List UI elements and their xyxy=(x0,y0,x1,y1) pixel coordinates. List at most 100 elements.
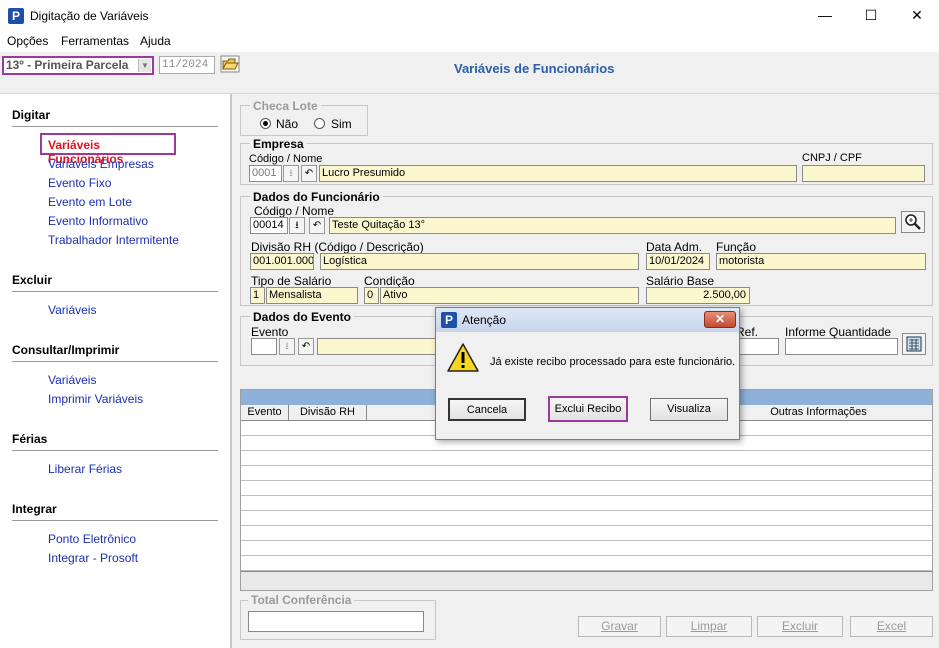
empresa-codigo-nome-label: Código / Nome xyxy=(249,153,323,165)
download-icon[interactable]: ⭳ xyxy=(279,338,295,355)
open-folder-icon[interactable] xyxy=(220,55,240,73)
parcela-select[interactable]: 13º - Primeira Parcela ▼ xyxy=(2,56,154,75)
radio-nao[interactable] xyxy=(260,118,271,129)
sidebar-item-variaveis-funcionarios[interactable]: Variáveis Funcionários xyxy=(40,133,176,166)
salario-base-label: Salário Base xyxy=(646,274,715,288)
radio-sim-label: Sim xyxy=(331,117,352,131)
cnpj-label: CNPJ / CPF xyxy=(802,152,862,164)
warning-icon xyxy=(446,342,480,374)
sidebar-item-excluir-variaveis[interactable]: Variáveis xyxy=(48,303,96,317)
sidebar-item-evento-fixo[interactable]: Evento Fixo xyxy=(48,176,111,190)
divider xyxy=(12,450,218,451)
divider xyxy=(12,520,218,521)
sidebar-header-excluir: Excluir xyxy=(12,273,53,287)
quantidade-label: Informe Quantidade xyxy=(785,325,892,339)
condicao-codigo-field[interactable]: 0 xyxy=(364,287,379,304)
ref-field[interactable] xyxy=(736,338,779,355)
competencia-field[interactable]: 11/2024 xyxy=(159,56,215,74)
minimize-button[interactable]: — xyxy=(802,0,848,32)
excluir-button[interactable]: Excluir xyxy=(757,616,843,637)
funcionario-codigo-field[interactable]: 00014 xyxy=(250,217,288,234)
app-logo-icon: P xyxy=(441,312,457,328)
funcao-field[interactable]: motorista xyxy=(716,253,926,270)
tipo-salario-desc-field[interactable]: Mensalista xyxy=(266,287,358,304)
radio-nao-label: Não xyxy=(276,117,299,131)
tipo-salario-codigo-field[interactable]: 1 xyxy=(250,287,265,304)
window-title: Digitação de Variáveis xyxy=(30,9,149,23)
undo-icon[interactable]: ↶ xyxy=(309,217,325,234)
sidebar-item-consultar-variaveis[interactable]: Variáveis xyxy=(48,373,96,387)
cnpj-field[interactable] xyxy=(802,165,925,182)
sidebar-item-ponto-eletronico[interactable]: Ponto Eletrônico xyxy=(48,532,136,546)
dialog-message: Já existe recibo processado para este fu… xyxy=(490,356,736,368)
evento-group-label: Dados do Evento xyxy=(250,310,355,324)
data-adm-label: Data Adm. xyxy=(646,240,703,254)
condicao-desc-field[interactable]: Ativo xyxy=(380,287,639,304)
menu-ajuda[interactable]: Ajuda xyxy=(140,34,171,48)
menu-ferramentas[interactable]: Ferramentas xyxy=(61,34,129,48)
sidebar-header-digitar: Digitar xyxy=(12,108,51,122)
maximize-button[interactable]: ☐ xyxy=(848,0,894,32)
sidebar-header-integrar: Integrar xyxy=(12,502,57,516)
dialog-title: Atenção xyxy=(462,313,507,327)
funcao-label: Função xyxy=(716,240,757,254)
divider xyxy=(12,291,218,292)
sidebar-item-variaveis-empresas[interactable]: Variáveis Empresas xyxy=(48,157,154,171)
search-employee-icon[interactable] xyxy=(901,211,925,233)
condicao-label: Condição xyxy=(364,274,415,288)
evento-desc-field[interactable] xyxy=(317,338,437,355)
col-divisao[interactable]: Divisão RH xyxy=(289,406,366,418)
atencao-dialog: P Atenção ✕ Já existe recibo processado … xyxy=(435,307,740,440)
total-field[interactable] xyxy=(248,611,424,632)
splitter[interactable] xyxy=(230,94,232,648)
quantidade-field[interactable] xyxy=(785,338,898,355)
funcionario-codigo-nome-label: Código / Nome xyxy=(254,204,335,218)
dialog-close-button[interactable]: ✕ xyxy=(704,311,736,328)
divisao-desc-field[interactable]: Logística xyxy=(320,253,639,270)
chevron-down-icon[interactable]: ▼ xyxy=(138,59,151,72)
visualiza-button[interactable]: Visualiza xyxy=(650,398,728,421)
divider xyxy=(12,126,218,127)
empresa-nome-field[interactable]: Lucro Presumido xyxy=(319,165,797,182)
page-title: Variáveis de Funcionários xyxy=(454,61,615,76)
exclui-recibo-button[interactable]: Exclui Recibo xyxy=(548,396,628,422)
funcionario-label: Dados do Funcionário xyxy=(250,190,383,204)
sidebar-item-trabalhador-intermitente[interactable]: Trabalhador Intermitente xyxy=(48,233,179,247)
sidebar-item-integrar-prosoft[interactable]: Integrar - Prosoft xyxy=(48,551,138,565)
data-adm-field[interactable]: 10/01/2024 xyxy=(646,253,710,270)
total-label: Total Conferência xyxy=(248,593,355,607)
divider xyxy=(12,361,218,362)
sidebar-item-evento-lote[interactable]: Evento em Lote xyxy=(48,195,132,209)
menu-opcoes[interactable]: Opções xyxy=(7,34,48,48)
sidebar-item-evento-informativo[interactable]: Evento Informativo xyxy=(48,214,148,228)
download-icon[interactable]: ⭳ xyxy=(289,217,305,234)
divisao-label: Divisão RH (Código / Descrição) xyxy=(251,240,424,254)
limpar-button[interactable]: Limpar xyxy=(666,616,752,637)
sidebar-header-consultar: Consultar/Imprimir xyxy=(12,343,120,357)
gravar-button[interactable]: Gravar xyxy=(578,616,661,637)
funcionario-nome-field[interactable]: Teste Quitação 13° xyxy=(329,217,896,234)
calculator-icon[interactable] xyxy=(902,333,926,355)
radio-sim[interactable] xyxy=(314,118,325,129)
close-button[interactable]: ✕ xyxy=(894,0,939,32)
evento-codigo-field[interactable] xyxy=(251,338,277,355)
sidebar-item-liberar-ferias[interactable]: Liberar Férias xyxy=(48,462,122,476)
grid-scrollbar[interactable] xyxy=(241,571,932,590)
undo-icon[interactable]: ↶ xyxy=(298,338,314,355)
col-evento[interactable]: Evento xyxy=(241,406,288,418)
grid-rows xyxy=(241,421,932,571)
app-logo-icon: P xyxy=(8,8,24,24)
undo-icon[interactable]: ↶ xyxy=(301,165,317,182)
download-icon[interactable]: ⭳ xyxy=(283,165,299,182)
parcela-value: 13º - Primeira Parcela xyxy=(6,58,129,72)
checa-lote-label: Checa Lote xyxy=(250,99,321,113)
excel-button[interactable]: Excel xyxy=(850,616,933,637)
tipo-salario-label: Tipo de Salário xyxy=(251,274,332,288)
divisao-codigo-field[interactable]: 001.001.000 xyxy=(250,253,314,270)
evento-label: Evento xyxy=(251,325,289,339)
sidebar-item-imprimir-variaveis[interactable]: Imprimir Variáveis xyxy=(48,392,143,406)
empresa-codigo-field[interactable]: 0001 xyxy=(249,165,282,182)
salario-base-field[interactable]: 2.500,00 xyxy=(646,287,750,304)
cancela-button[interactable]: Cancela xyxy=(448,398,526,421)
sidebar-header-ferias: Férias xyxy=(12,432,48,446)
